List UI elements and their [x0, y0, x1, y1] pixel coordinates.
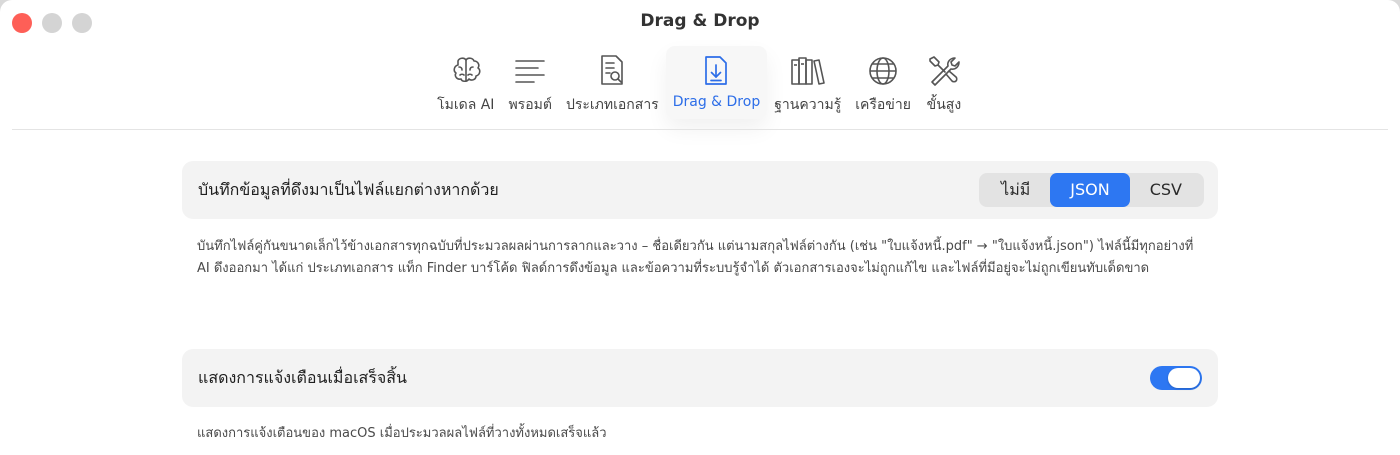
toggle-knob: [1168, 368, 1200, 388]
text-lines-icon: [511, 52, 549, 90]
tab-document-types[interactable]: ประเภทเอกสาร: [559, 46, 666, 119]
tab-ai-model-label: โมเดล AI: [437, 97, 495, 113]
export-format-segmented-control: ไม่มี JSON CSV: [979, 173, 1204, 207]
tab-drag-drop[interactable]: Drag & Drop: [665, 46, 768, 119]
tab-document-types-label: ประเภทเอกสาร: [565, 97, 659, 113]
tab-knowledge-base-label: ฐานความรู้: [774, 97, 842, 113]
tab-advanced-label: ขั้นสูง: [926, 97, 962, 113]
tab-knowledge-base[interactable]: ฐานความรู้: [767, 46, 848, 119]
document-search-icon: [593, 52, 631, 90]
tab-prompt[interactable]: พรอมต์: [501, 46, 558, 119]
tab-drag-drop-label: Drag & Drop: [672, 94, 761, 110]
books-icon: [789, 52, 827, 90]
tab-network[interactable]: เครือข่าย: [848, 46, 918, 119]
notify-setting-row: แสดงการแจ้งเตือนเมื่อเสร็จสิ้น: [182, 349, 1218, 407]
export-option-none[interactable]: ไม่มี: [981, 173, 1050, 207]
export-option-csv[interactable]: CSV: [1130, 173, 1202, 207]
tools-icon: [925, 52, 963, 90]
export-setting-description: บันทึกไฟล์คู่กันขนาดเล็กไว้ข้างเอกสารทุก…: [197, 239, 1194, 276]
tab-network-label: เครือข่าย: [855, 97, 911, 113]
export-option-json[interactable]: JSON: [1050, 173, 1130, 207]
globe-icon: [864, 52, 902, 90]
notify-setting-label: แสดงการแจ้งเตือนเมื่อเสร็จสิ้น: [198, 367, 407, 387]
notify-toggle[interactable]: [1150, 366, 1202, 390]
document-download-icon: [697, 52, 735, 90]
window-title: Drag & Drop: [640, 11, 760, 31]
tab-ai-model[interactable]: โมเดล AI: [430, 46, 501, 119]
preferences-window: Drag & Drop โมเดล AI พรอมต์ ประเภทเอกสาร…: [0, 0, 1400, 455]
tab-advanced[interactable]: ขั้นสูง: [918, 46, 970, 119]
export-setting-label: บันทึกข้อมูลที่ดึงมาเป็นไฟล์แยกต่างหากด้…: [198, 179, 499, 199]
preferences-toolbar: โมเดล AI พรอมต์ ประเภทเอกสาร Drag & Drop…: [0, 46, 1400, 126]
notify-setting-description: แสดงการแจ้งเตือนของ macOS เมื่อประมวลผลไ…: [197, 426, 607, 441]
brain-icon: [447, 52, 485, 90]
export-setting-row: บันทึกข้อมูลที่ดึงมาเป็นไฟล์แยกต่างหากด้…: [182, 161, 1218, 219]
tab-prompt-label: พรอมต์: [508, 97, 552, 113]
toolbar-divider: [12, 129, 1388, 130]
